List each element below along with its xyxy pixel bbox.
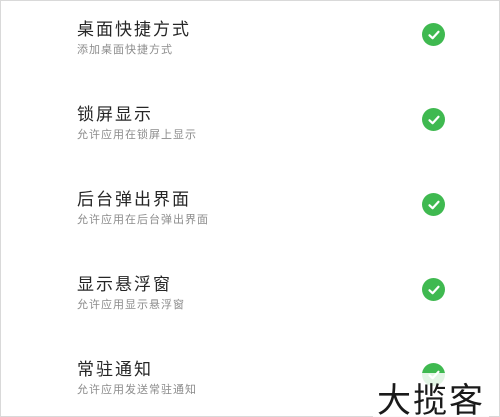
item-subtitle: 允许应用在后台弹出界面 [77, 213, 209, 226]
permission-list: 桌面快捷方式 添加桌面快捷方式 锁屏显示 允许应用在锁屏上显示 后台弹出界面 允… [1, 1, 500, 417]
checkmark-icon[interactable] [422, 278, 445, 301]
item-subtitle: 添加桌面快捷方式 [77, 43, 173, 56]
watermark-logo: 大揽客 [373, 373, 489, 417]
permission-item-background-popup[interactable]: 后台弹出界面 允许应用在后台弹出界面 [1, 171, 500, 256]
item-title: 显示悬浮窗 [77, 275, 172, 295]
item-subtitle: 允许应用发送常驻通知 [77, 383, 197, 396]
permission-item-lockscreen-display[interactable]: 锁屏显示 允许应用在锁屏上显示 [1, 86, 500, 171]
item-title: 桌面快捷方式 [77, 20, 191, 40]
checkmark-icon[interactable] [422, 108, 445, 131]
checkmark-icon[interactable] [422, 23, 445, 46]
permission-item-desktop-shortcut[interactable]: 桌面快捷方式 添加桌面快捷方式 [1, 1, 500, 86]
checkmark-icon[interactable] [422, 193, 445, 216]
item-subtitle: 允许应用在锁屏上显示 [77, 128, 197, 141]
screen-frame: 桌面快捷方式 添加桌面快捷方式 锁屏显示 允许应用在锁屏上显示 后台弹出界面 允… [0, 0, 500, 417]
item-title: 后台弹出界面 [77, 190, 191, 210]
item-title: 锁屏显示 [77, 105, 153, 125]
item-title: 常驻通知 [77, 360, 153, 380]
item-subtitle: 允许应用显示悬浮窗 [77, 298, 185, 311]
permission-item-floating-window[interactable]: 显示悬浮窗 允许应用显示悬浮窗 [1, 256, 500, 341]
